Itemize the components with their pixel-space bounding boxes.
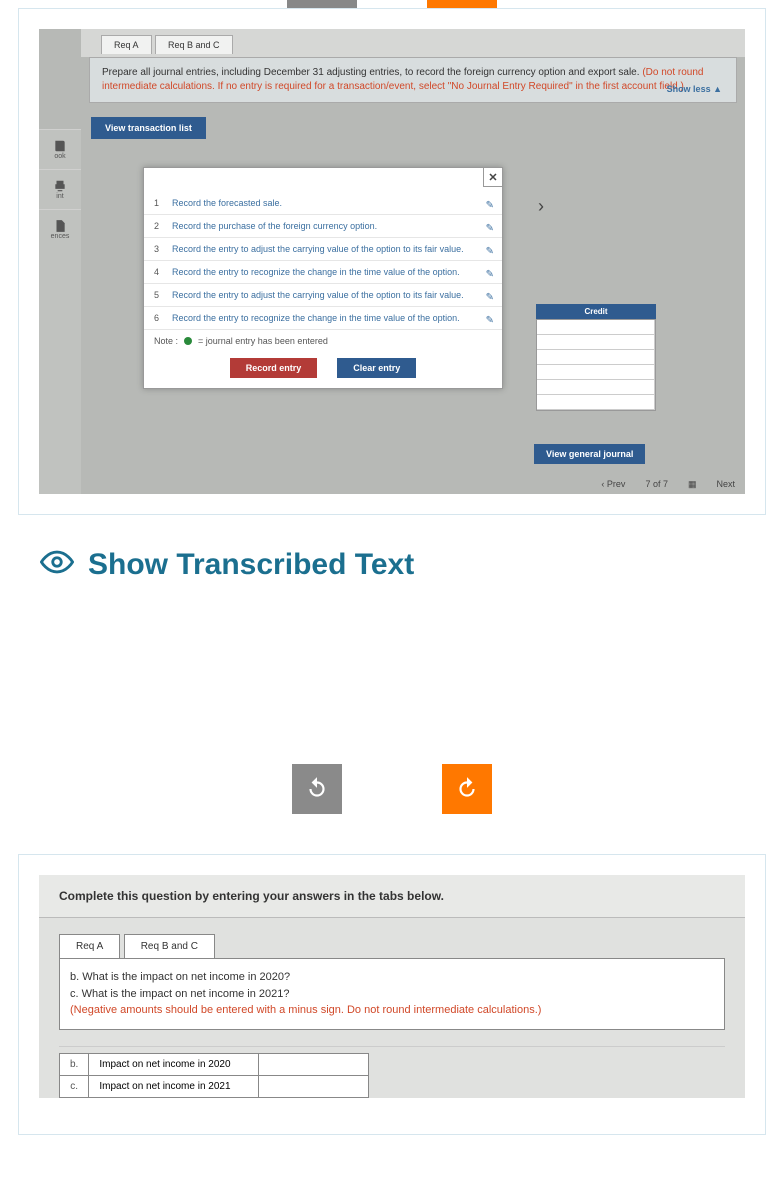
credit-table: Credit [536, 304, 656, 411]
rotate-right-button[interactable] [442, 764, 492, 814]
grid-icon[interactable]: ▦ [688, 479, 697, 490]
show-less-link[interactable]: Show less ▲ [667, 83, 722, 96]
transaction-row[interactable]: 1Record the forecasted sale.✎ [144, 192, 502, 215]
transaction-row[interactable]: 3Record the entry to adjust the carrying… [144, 238, 502, 261]
edit-icon[interactable]: ✎ [486, 269, 494, 280]
edit-icon[interactable]: ✎ [486, 292, 494, 303]
transaction-row[interactable]: 6Record the entry to recognize the chang… [144, 307, 502, 330]
tab2-req-a[interactable]: Req A [59, 934, 120, 959]
edit-icon[interactable]: ✎ [486, 200, 494, 211]
tab-req-bc[interactable]: Req B and C [155, 35, 233, 54]
next-button[interactable]: Next [716, 479, 735, 489]
sidebar-item-ebook[interactable]: ook [39, 129, 81, 169]
show-transcribed-link[interactable]: Show Transcribed Text [40, 545, 764, 584]
edit-icon[interactable]: ✎ [486, 223, 494, 234]
record-entry-button[interactable]: Record entry [230, 358, 318, 378]
bc-instructions: b. What is the impact on net income in 2… [59, 958, 725, 1030]
tab-req-a[interactable]: Req A [101, 35, 152, 54]
answer-input-c[interactable] [259, 1075, 369, 1097]
transaction-row[interactable]: 2Record the purchase of the foreign curr… [144, 215, 502, 238]
rotate-ccw-icon [304, 776, 330, 802]
book-icon [53, 139, 67, 153]
complete-instruction: Complete this question by entering your … [39, 875, 745, 918]
transaction-row[interactable]: 5Record the entry to adjust the carrying… [144, 284, 502, 307]
table-row: b. Impact on net income in 2020 [60, 1053, 369, 1075]
page-indicator: 7 of 7 [645, 479, 668, 489]
note-row: Note : = journal entry has been entered [144, 330, 502, 352]
view-general-journal-button[interactable]: View general journal [534, 444, 645, 464]
left-sidebar: ook int ences [39, 129, 81, 494]
sidebar-item-print[interactable]: int [39, 169, 81, 209]
entered-dot-icon [184, 337, 192, 345]
print-icon [53, 179, 67, 193]
top-seg-white [357, 0, 427, 8]
tabs-row: Req A Req B and C [81, 29, 745, 57]
view-transaction-list-button[interactable]: View transaction list [91, 117, 206, 139]
file-icon [53, 219, 67, 233]
top-seg-gray [287, 0, 357, 8]
credit-header: Credit [536, 304, 656, 319]
prev-button[interactable]: ‹ Prev [601, 479, 625, 489]
sidebar-item-references[interactable]: ences [39, 209, 81, 249]
table-row: c. Impact on net income in 2021 [60, 1075, 369, 1097]
top-seg-orange [427, 0, 497, 8]
tab2-req-bc[interactable]: Req B and C [124, 934, 215, 959]
transaction-modal: ✕ › 1Record the forecasted sale.✎2Record… [143, 167, 503, 389]
edit-icon[interactable]: ✎ [486, 315, 494, 326]
close-icon[interactable]: ✕ [483, 167, 503, 187]
answer-input-b[interactable] [259, 1053, 369, 1075]
answer-table: b. Impact on net income in 2020 c. Impac… [59, 1053, 369, 1098]
answer-screenshot: Complete this question by entering your … [39, 875, 745, 1098]
clear-entry-button[interactable]: Clear entry [337, 358, 416, 378]
next-arrow-icon[interactable]: › [538, 196, 544, 217]
journal-screenshot: ook int ences Req A Req B and C Prepare … [39, 29, 745, 494]
edit-icon[interactable]: ✎ [486, 246, 494, 257]
rotate-cw-icon [454, 776, 480, 802]
eye-icon [40, 545, 74, 584]
rotate-left-button[interactable] [292, 764, 342, 814]
transaction-row[interactable]: 4Record the entry to recognize the chang… [144, 261, 502, 284]
instructions-box: Prepare all journal entries, including D… [89, 57, 737, 103]
pager: ‹ Prev 7 of 7 ▦ Next [141, 474, 735, 494]
